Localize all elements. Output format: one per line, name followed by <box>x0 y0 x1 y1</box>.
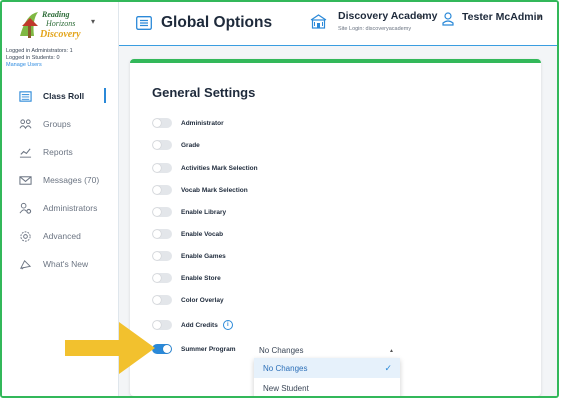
setting-enable-store: Enable Store <box>152 272 221 284</box>
annotation-arrow-icon <box>65 322 155 374</box>
sidebar-item-label: Class Roll <box>43 91 85 101</box>
gear-icon <box>18 229 32 243</box>
setting-color-overlay: Color Overlay <box>152 294 224 306</box>
setting-administrator: Administrator <box>152 117 224 129</box>
brand-menu-chevron-icon[interactable]: ▾ <box>91 17 95 26</box>
megaphone-icon <box>18 257 32 271</box>
options-list-icon <box>136 16 152 30</box>
user-icon <box>442 12 454 26</box>
user-name[interactable]: Tester McAdmin <box>462 11 543 23</box>
school-chevron-down-icon[interactable]: ▾ <box>419 13 423 22</box>
summer-program-dropdown: No Changes ✓ New Student <box>254 358 400 396</box>
setting-enable-vocab: Enable Vocab <box>152 228 223 240</box>
vocab-mark-selection-toggle[interactable] <box>152 185 172 195</box>
page-title: Global Options <box>161 14 273 31</box>
administrator-toggle[interactable] <box>152 118 172 128</box>
sidebar-item-label: Advanced <box>43 231 81 241</box>
setting-enable-games: Enable Games <box>152 250 226 262</box>
option-label: New Student <box>263 383 309 393</box>
logged-students-text: Logged in Students: 0 <box>6 55 60 61</box>
dropdown-option-new-student[interactable]: New Student <box>254 378 400 396</box>
user-chevron-down-icon[interactable]: ▾ <box>537 13 541 22</box>
caret-up-icon: ▲ <box>389 348 394 354</box>
sidebar-nav: Class Roll Groups Reports Messages (70) <box>2 82 118 278</box>
enable-vocab-toggle[interactable] <box>152 229 172 239</box>
sidebar-item-label: Reports <box>43 147 73 157</box>
setting-activities-mark-selection: Activities Mark Selection <box>152 162 258 174</box>
top-header: Global Options Discovery Academy Site Lo… <box>119 2 557 46</box>
site-login-text: Site Login: discoveryacademy <box>338 26 412 32</box>
setting-summer-program: Summer Program <box>152 343 236 355</box>
check-icon: ✓ <box>384 362 392 373</box>
setting-enable-library: Enable Library <box>152 206 226 218</box>
logo-word-2: Horizons <box>45 19 75 28</box>
sidebar-item-class-roll[interactable]: Class Roll <box>2 82 118 110</box>
setting-label: Color Overlay <box>181 296 224 304</box>
sidebar-item-advanced[interactable]: Advanced <box>2 222 118 250</box>
setting-label: Enable Vocab <box>181 230 224 238</box>
admin-gear-icon <box>18 201 32 215</box>
select-value: No Changes <box>259 345 304 355</box>
setting-vocab-mark-selection: Vocab Mark Selection <box>152 184 248 196</box>
setting-label: Add Credits <box>181 321 218 329</box>
sidebar-item-groups[interactable]: Groups <box>2 110 118 138</box>
setting-add-credits: Add Credits i <box>152 319 233 331</box>
logo-word-3: Discovery <box>39 29 81 40</box>
enable-library-toggle[interactable] <box>152 207 172 217</box>
setting-label: Enable Games <box>181 252 226 260</box>
setting-label: Activities Mark Selection <box>181 164 258 172</box>
dropdown-option-no-changes[interactable]: No Changes ✓ <box>254 358 400 378</box>
setting-label: Administrator <box>181 119 224 127</box>
school-icon <box>310 14 327 29</box>
summer-program-select[interactable]: No Changes ▲ <box>254 342 400 359</box>
logo-word-1: Reading <box>41 10 70 19</box>
option-label: No Changes <box>263 363 308 373</box>
setting-label: Summer Program <box>181 345 236 353</box>
sidebar-item-label: Administrators <box>43 203 98 213</box>
reports-icon <box>18 145 32 159</box>
sidebar-item-whats-new[interactable]: What's New <box>2 250 118 278</box>
activities-mark-selection-toggle[interactable] <box>152 163 172 173</box>
sidebar-item-messages[interactable]: Messages (70) <box>2 166 118 194</box>
sidebar-item-label: What's New <box>43 259 89 269</box>
sidebar-item-administrators[interactable]: Administrators <box>2 194 118 222</box>
reading-horizons-logo[interactable]: Reading Horizons Discovery <box>16 6 96 42</box>
grade-toggle[interactable] <box>152 140 172 150</box>
login-info: Logged in Administrators: 1 Logged in St… <box>6 48 73 69</box>
card-title: General Settings <box>152 85 256 100</box>
setting-grade: Grade <box>152 139 200 151</box>
sidebar-item-label: Messages (70) <box>43 175 100 185</box>
manage-users-link[interactable]: Manage Users <box>6 62 73 69</box>
roster-icon <box>18 89 32 103</box>
enable-games-toggle[interactable] <box>152 251 172 261</box>
mail-icon <box>18 173 32 187</box>
sidebar-item-label: Groups <box>43 119 71 129</box>
logged-admins-text: Logged in Administrators: 1 <box>6 48 73 54</box>
setting-label: Enable Store <box>181 274 221 282</box>
groups-icon <box>18 117 32 131</box>
color-overlay-toggle[interactable] <box>152 295 172 305</box>
setting-label: Grade <box>181 141 200 149</box>
setting-label: Enable Library <box>181 208 227 216</box>
app-frame: Reading Horizons Discovery ▾ Logged in A… <box>0 0 559 398</box>
setting-label: Vocab Mark Selection <box>181 186 248 194</box>
info-icon[interactable]: i <box>222 320 233 330</box>
sidebar-item-reports[interactable]: Reports <box>2 138 118 166</box>
enable-store-toggle[interactable] <box>152 273 172 283</box>
